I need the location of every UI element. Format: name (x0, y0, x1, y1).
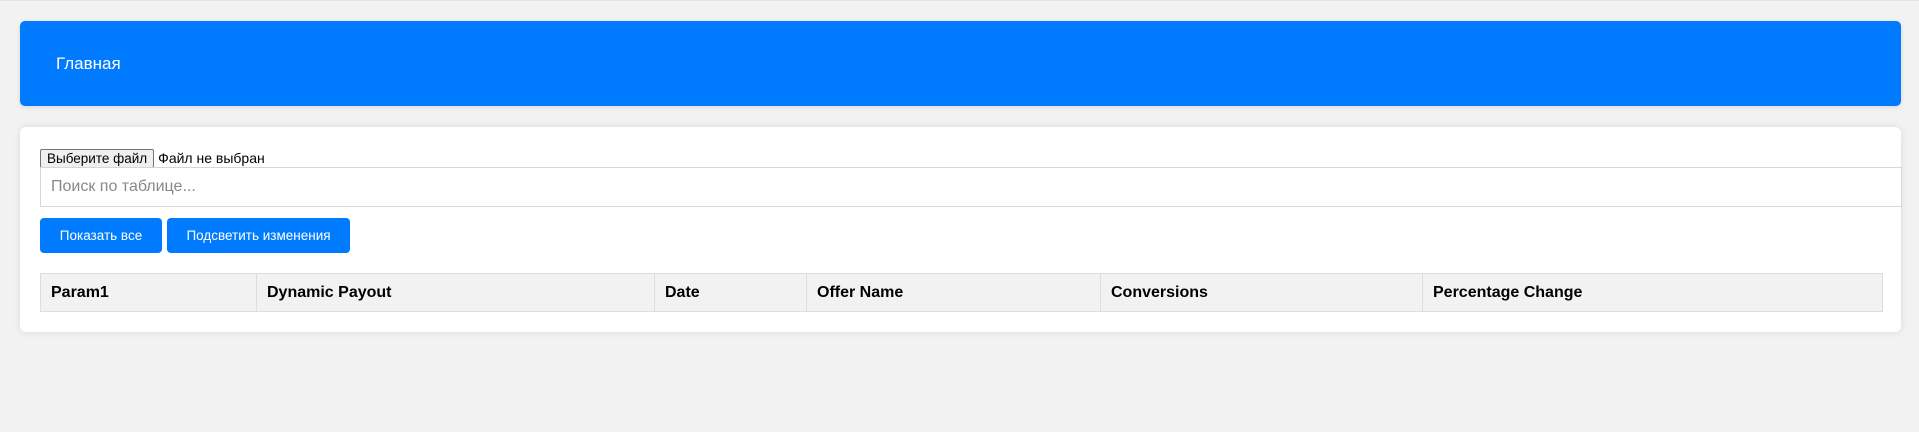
data-table: Param1 Dynamic Payout Date Offer Name Co… (40, 273, 1883, 312)
table-header-row: Param1 Dynamic Payout Date Offer Name Co… (40, 273, 1883, 312)
header-title-link[interactable]: Главная (56, 54, 121, 74)
top-border (0, 0, 1919, 1)
column-header-dynamic-payout[interactable]: Dynamic Payout (256, 273, 655, 312)
show-all-button[interactable]: Показать все (40, 218, 162, 253)
column-header-offer-name[interactable]: Offer Name (806, 273, 1101, 312)
highlight-changes-button[interactable]: Подсветить изменения (167, 218, 350, 253)
main-card: Выберите файл Файл не выбран Показать вс… (20, 127, 1902, 332)
column-header-param1[interactable]: Param1 (40, 273, 257, 312)
column-header-percentage-change[interactable]: Percentage Change (1422, 273, 1883, 312)
column-header-conversions[interactable]: Conversions (1100, 273, 1423, 312)
table-search-input[interactable] (40, 167, 1902, 207)
header-bar: Главная (20, 21, 1901, 106)
file-upload: Выберите файл Файл не выбран (40, 148, 265, 168)
column-header-date[interactable]: Date (654, 273, 807, 312)
choose-file-button[interactable]: Выберите файл (40, 148, 155, 168)
file-status-text: Файл не выбран (158, 150, 265, 166)
